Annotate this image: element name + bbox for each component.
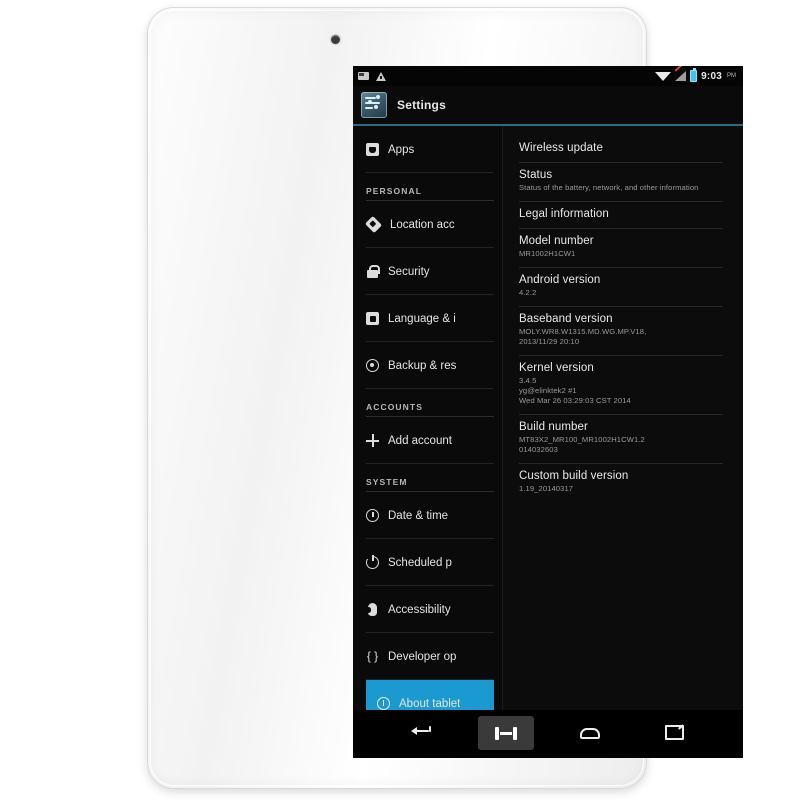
language-icon (366, 312, 379, 325)
sidebar-item-label: Backup & res (388, 359, 457, 372)
accessibility-icon (366, 603, 379, 616)
about-item-value: 1.19_20140317 (519, 484, 574, 493)
nav-back-button[interactable] (393, 716, 449, 750)
sidebar-item-developer-op[interactable]: { } Developer op (353, 633, 502, 680)
sidebar-item-date-time[interactable]: Date & time (353, 492, 502, 539)
sidebar-item-label: Security (388, 265, 430, 278)
about-item[interactable]: Wireless update (519, 136, 729, 163)
sidebar-item-label: Apps (388, 143, 415, 156)
sidebar-item-label: Location acc (390, 218, 455, 231)
sidebar-item-backup-res[interactable]: Backup & res (353, 342, 502, 389)
sidebar-item-add-account[interactable]: Add account (353, 417, 502, 464)
about-item-title: Legal information (519, 208, 609, 220)
plus-icon (366, 434, 379, 447)
sidebar-section-header: SYSTEM (353, 464, 502, 492)
sidebar-item-label: Scheduled p (388, 556, 452, 569)
sidebar-section-header: ACCOUNTS (353, 389, 502, 417)
battery-icon (690, 68, 698, 82)
sidebar-item-accessibility[interactable]: Accessibility (353, 586, 502, 633)
location-icon (365, 216, 382, 233)
sd-card-icon (358, 72, 369, 80)
sidebar-item-scheduled-p[interactable]: Scheduled p (353, 539, 502, 586)
sidebar-section-header: PERSONAL (353, 173, 502, 201)
sidebar-item-language-i[interactable]: Language & i (353, 295, 502, 342)
nav-screenshot-button[interactable] (477, 716, 534, 750)
system-navigation-bar (353, 710, 743, 756)
status-bar-right: 9:03 PM (655, 68, 738, 82)
settings-icon[interactable] (361, 92, 387, 118)
about-item[interactable]: Custom build version 1.19_20140317 (519, 464, 729, 503)
status-bar-meridiem: PM (727, 73, 736, 79)
sidebar-item-location-acc[interactable]: Location acc (353, 201, 502, 248)
power-icon (366, 555, 379, 569)
info-icon (377, 697, 390, 710)
tablet-screen: 9:03 PM Settings Apps PERSONAL Location ac… (353, 66, 743, 758)
about-item-value: MOLY.WR8.W1315.MD.WG.MP.V18, 2013/11/29 2… (519, 327, 647, 346)
about-item-title: Status (519, 169, 553, 181)
sidebar-item-apps[interactable]: Apps (353, 126, 502, 173)
sidebar-item-about-tablet[interactable]: About tablet (366, 680, 494, 710)
wifi-icon (655, 71, 672, 81)
clock-icon (366, 509, 379, 522)
about-item-title: Kernel version (519, 362, 594, 374)
about-tablet-panel[interactable]: Wireless update Status Status of the batte… (503, 126, 743, 710)
sidebar-item-label: Date & time (388, 509, 449, 522)
about-item-title: Android version (519, 274, 601, 286)
back-icon (411, 726, 432, 740)
screenshot-stage: 9:03 PM Settings Apps PERSONAL Location ac… (0, 0, 800, 800)
about-item-title: Build number (519, 421, 588, 433)
about-item-title: Baseband version (519, 313, 613, 325)
nav-home-button[interactable] (562, 716, 618, 750)
status-bar-left (358, 71, 386, 81)
warning-triangle-icon (376, 71, 386, 81)
front-camera (331, 35, 340, 44)
recents-icon (665, 725, 685, 740)
sidebar-item-security[interactable]: Security (353, 248, 502, 295)
about-item[interactable]: Android version 4.2.2 (519, 268, 729, 307)
about-item[interactable]: Model number MR1002H1CW1 (519, 229, 729, 268)
about-item-value: Status of the battery, network, and othe… (519, 183, 699, 192)
nav-recents-button[interactable] (647, 716, 703, 750)
about-item-title: Custom build version (519, 470, 629, 482)
about-item[interactable]: Build number MT83X2_MR100_MR1002H1CW1.2 01… (519, 415, 729, 464)
screenshot-icon (494, 726, 517, 740)
about-item[interactable]: Status Status of the battery, network, an… (519, 163, 729, 202)
status-bar: 9:03 PM (353, 66, 743, 86)
tablet-device: 9:03 PM Settings Apps PERSONAL Location ac… (148, 8, 743, 788)
sidebar-item-label: Developer op (388, 650, 457, 663)
page-title: Settings (397, 98, 446, 112)
status-bar-clock: 9:03 (701, 70, 722, 82)
about-item-title: Wireless update (519, 142, 603, 154)
about-item-value: MT83X2_MR100_MR1002H1CW1.2 014032603 (519, 435, 645, 454)
action-bar: Settings (353, 86, 743, 126)
about-item-value: MR1002H1CW1 (519, 249, 576, 258)
about-item[interactable]: Kernel version 3.4.5 yg@elinktek2 #1 Wed Ma… (519, 356, 729, 415)
developer-braces-icon: { } (366, 649, 379, 663)
about-item-value: 3.4.5 yg@elinktek2 #1 Wed Mar 26 03:29:03 … (519, 376, 631, 405)
sidebar-item-label: Language & i (388, 312, 456, 325)
sidebar-item-label: About tablet (399, 697, 461, 710)
settings-sidebar[interactable]: Apps PERSONAL Location acc Security Language… (353, 126, 503, 710)
about-item-value: 4.2.2 (519, 288, 537, 297)
sidebar-item-label: Accessibility (388, 603, 451, 616)
about-item[interactable]: Legal information (519, 202, 729, 229)
apps-icon (366, 143, 379, 156)
about-item[interactable]: Baseband version MOLY.WR8.W1315.MD.WG.MP.… (519, 307, 729, 356)
about-item-title: Model number (519, 235, 594, 247)
settings-body: Apps PERSONAL Location acc Security Language… (353, 126, 743, 710)
backup-icon (366, 359, 379, 372)
mobile-signal-off-icon (675, 71, 687, 81)
sidebar-item-label: Add account (388, 434, 452, 447)
home-icon (580, 727, 601, 739)
lock-icon (366, 265, 380, 278)
